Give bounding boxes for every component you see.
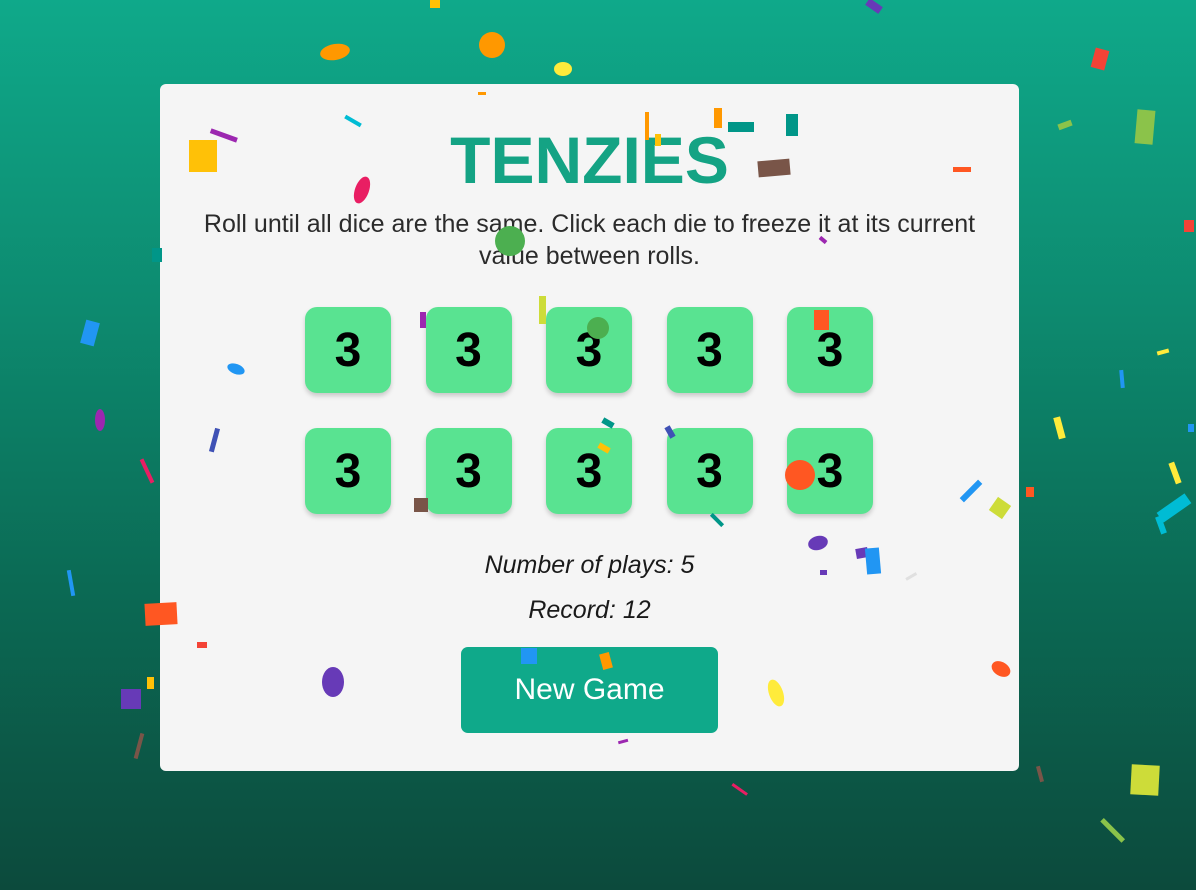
die-2[interactable]: 3	[425, 307, 512, 393]
die-5[interactable]: 3	[787, 307, 873, 393]
die-6[interactable]: 3	[305, 428, 391, 514]
game-card: TENZIES Roll until all dice are the same…	[160, 84, 1019, 771]
die-3[interactable]: 3	[546, 307, 632, 393]
game-instructions: Roll until all dice are the same. Click …	[203, 210, 976, 270]
die-10[interactable]: 3	[787, 428, 873, 514]
dice-grid: 3 3 3 3 3 3 3 3 3 3	[305, 307, 873, 514]
game-title: TENZIES	[450, 123, 729, 197]
die-8[interactable]: 3	[546, 428, 632, 514]
die-1[interactable]: 3	[305, 307, 391, 393]
new-game-button[interactable]: New Game	[461, 647, 718, 733]
die-4[interactable]: 3	[666, 307, 753, 393]
die-9[interactable]: 3	[666, 428, 753, 514]
die-7[interactable]: 3	[425, 428, 512, 514]
record-display: Record: 12	[528, 596, 651, 624]
plays-counter: Number of plays: 5	[484, 551, 695, 579]
